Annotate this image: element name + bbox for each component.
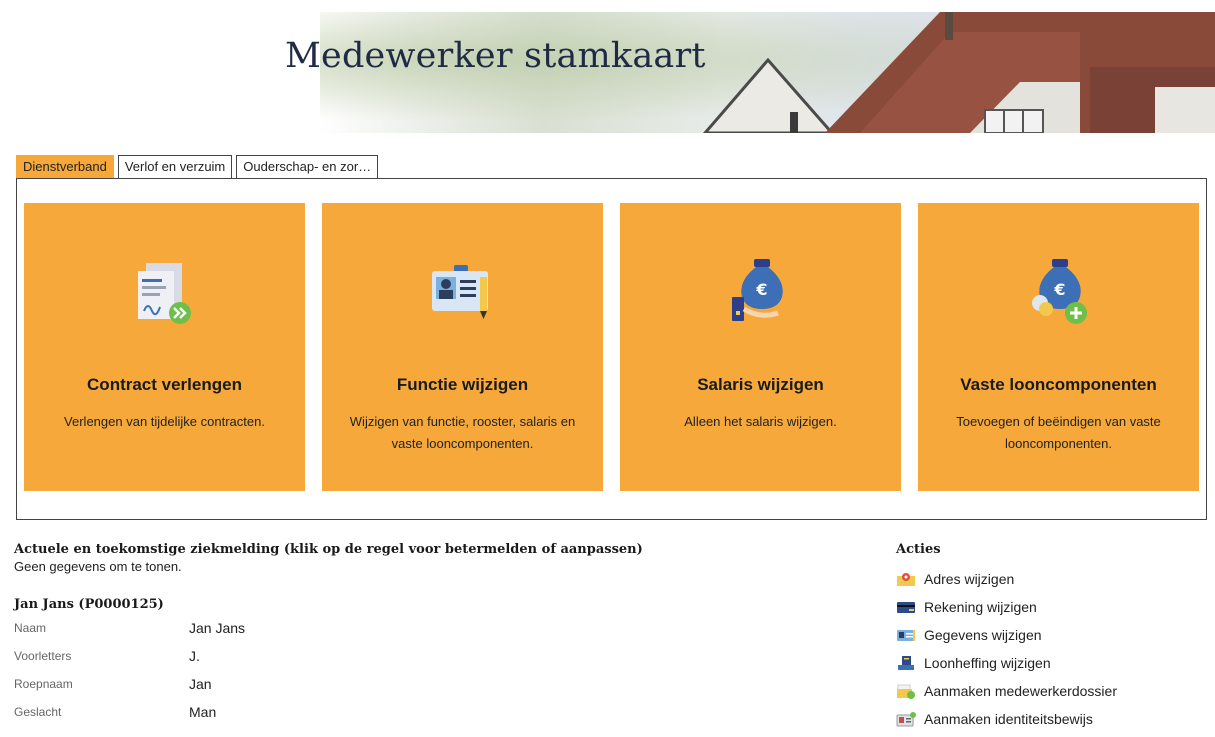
- money-bag-add-icon: €: [1032, 259, 1087, 324]
- detail-value: J.: [189, 648, 200, 664]
- svg-text:€: €: [755, 280, 767, 299]
- detail-label: Voorletters: [14, 649, 72, 663]
- action-label: Adres wijzigen: [924, 571, 1015, 587]
- tab-ouderschap-en-zorg[interactable]: Ouderschap- en zor…: [236, 155, 379, 178]
- detail-row: Roepnaam Jan: [14, 670, 514, 698]
- action-label: Rekening wijzigen: [924, 599, 1037, 615]
- folder-add-icon: [897, 684, 915, 699]
- identity-card-icon: [896, 712, 916, 727]
- detail-label: Roepnaam: [14, 677, 73, 691]
- action-label: Loonheffing wijzigen: [924, 655, 1051, 671]
- tile-salaris-wijzigen[interactable]: € Salaris wijzigen Alleen het salaris wi…: [620, 203, 901, 491]
- employee-details: Jan Jans (P0000125) Naam Jan Jans Voorle…: [14, 597, 514, 726]
- tile-description: Alleen het salaris wijzigen.: [684, 414, 837, 429]
- tile-contract-verlengen[interactable]: Contract verlengen Verlengen van tijdeli…: [24, 203, 305, 491]
- header-banner: Medewerker stamkaart: [0, 0, 1215, 133]
- sick-leave-section: Actuele en toekomstige ziekmelding (klik…: [14, 542, 643, 574]
- detail-row: Naam Jan Jans: [14, 614, 514, 642]
- detail-row: Voorletters J.: [14, 642, 514, 670]
- tile-title: Salaris wijzigen: [697, 375, 824, 394]
- action-gegevens-wijzigen[interactable]: Gegevens wijzigen: [896, 621, 1117, 649]
- action-aanmaken-medewerkerdossier[interactable]: Aanmaken medewerkerdossier: [896, 677, 1117, 705]
- page-title: Medewerker stamkaart: [285, 36, 706, 76]
- detail-value: Man: [189, 704, 217, 720]
- tab-verlof-en-verzuim[interactable]: Verlof en verzuim: [117, 155, 233, 178]
- action-rekening-wijzigen[interactable]: Rekening wijzigen: [896, 593, 1117, 621]
- tile-title: Functie wijzigen: [396, 375, 529, 394]
- tile-title: Contract verlengen: [87, 375, 242, 394]
- id-badge-icon: [432, 265, 488, 319]
- tile-description: Toevoegen of beëindigen van vaste loonco…: [956, 414, 1161, 451]
- tile-description: Wijzigen van functie, rooster, salaris e…: [349, 414, 576, 451]
- detail-value: Jan: [189, 676, 212, 692]
- employee-title: Jan Jans (P0000125): [14, 597, 164, 612]
- tile-vaste-looncomponenten[interactable]: € Vaste looncomponenten Toevoegen of beë…: [918, 203, 1199, 491]
- map-pin-icon: [897, 573, 915, 586]
- action-aanmaken-identiteitsbewijs[interactable]: Aanmaken identiteitsbewijs: [896, 705, 1117, 733]
- action-label: Aanmaken medewerkerdossier: [924, 683, 1117, 699]
- tile-description: Verlengen van tijdelijke contracten.: [64, 414, 265, 429]
- tile-title: Vaste looncomponenten: [960, 375, 1157, 394]
- tab-bar: Dienstverband Verlof en verzuim Oudersch…: [16, 155, 379, 178]
- detail-value: Jan Jans: [189, 620, 246, 636]
- detail-label: Naam: [14, 621, 47, 635]
- empty-message: Geen gegevens om te tonen.: [14, 559, 182, 574]
- money-bag-icon: €: [732, 259, 783, 321]
- contract-icon: [138, 263, 191, 324]
- action-tiles: Contract verlengen Verlengen van tijdeli…: [24, 203, 1199, 491]
- actions-panel: Acties Adres wijzigen Rekening wijzigen …: [896, 542, 1117, 733]
- action-loonheffing-wijzigen[interactable]: Loonheffing wijzigen: [896, 649, 1117, 677]
- tax-document-icon: [898, 656, 914, 670]
- action-label: Gegevens wijzigen: [924, 627, 1042, 643]
- svg-text:€: €: [1053, 280, 1065, 299]
- action-adres-wijzigen[interactable]: Adres wijzigen: [896, 565, 1117, 593]
- detail-row: Geslacht Man: [14, 698, 514, 726]
- detail-label: Geslacht: [14, 705, 62, 719]
- section-title: Actuele en toekomstige ziekmelding (klik…: [14, 542, 643, 557]
- actions-title: Acties: [896, 542, 941, 557]
- tab-panel: Contract verlengen Verlengen van tijdeli…: [16, 178, 1207, 520]
- credit-card-icon: [897, 602, 915, 613]
- tab-dienstverband[interactable]: Dienstverband: [16, 155, 114, 178]
- id-card-icon: [897, 630, 915, 641]
- tile-functie-wijzigen[interactable]: Functie wijzigen Wijzigen van functie, r…: [322, 203, 603, 491]
- action-label: Aanmaken identiteitsbewijs: [924, 711, 1093, 727]
